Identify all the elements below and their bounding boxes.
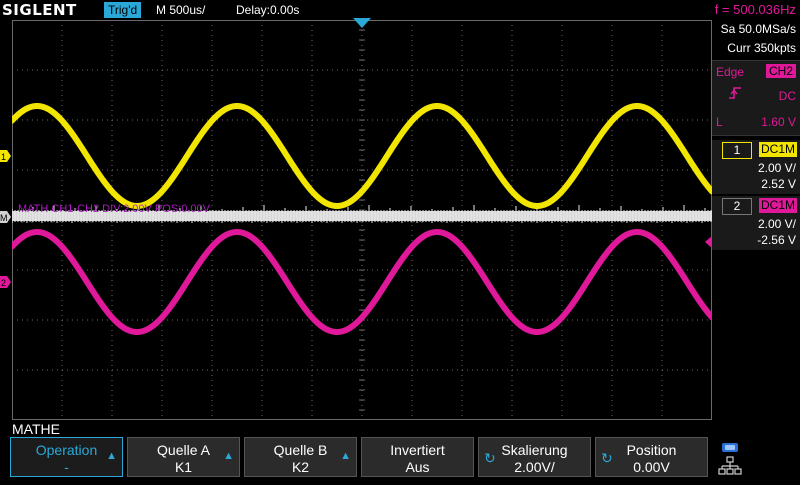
menu-title: MATHE: [12, 421, 60, 437]
ch1-number: 1: [722, 142, 752, 159]
softkey-value: Aus: [405, 459, 430, 475]
frequency-readout: f = 500.036Hz: [714, 2, 796, 17]
ch2-offset: -2.56 V: [757, 233, 796, 247]
ch1-offset-marker[interactable]: 1: [0, 150, 11, 162]
ch2-marker-label: 2: [1, 278, 6, 288]
ch1-marker-label: 1: [1, 152, 6, 162]
ch1-info-panel[interactable]: 1 DC1M 2.00 V/ 2.52 V: [712, 140, 800, 194]
up-arrow-icon: ▲: [223, 450, 234, 462]
acquisition-info: Sa 50.0MSa/s Curr 350kpts: [712, 20, 800, 60]
trigger-position-marker[interactable]: [353, 18, 371, 28]
up-arrow-icon: ▲: [106, 450, 117, 462]
delay-readout: Delay:0.00s: [236, 3, 300, 17]
ch2-volts-per-div: 2.00 V/: [757, 217, 796, 231]
operation-softkey[interactable]: Operation - ▲: [10, 437, 123, 477]
math-channel-label: MATH CH1-CH2 DIV:2.00V POS:0.00V: [18, 203, 211, 215]
ch2-coupling: DC1M: [758, 198, 797, 213]
usb-icon: [722, 443, 738, 452]
source-a-softkey[interactable]: Quelle A K1 ▲: [127, 437, 240, 477]
trigger-level: 1.60 V: [761, 115, 796, 129]
source-b-softkey[interactable]: Quelle B K2 ▲: [244, 437, 357, 477]
ch2-info-panel[interactable]: 2 DC1M 2.00 V/ -2.56 V: [712, 196, 800, 250]
up-arrow-icon: ▲: [340, 450, 351, 462]
waveform-display: MATH CH1-CH2 DIV:2.00V POS:0.00V: [12, 20, 712, 420]
position-softkey[interactable]: ↻ Position 0.00V: [595, 437, 708, 477]
rotate-knob-icon: ↻: [484, 450, 496, 466]
trigger-status-badge: Trig'd: [104, 2, 142, 18]
timebase-readout: M 500us/: [156, 3, 206, 17]
invert-softkey[interactable]: Invertiert Aus: [361, 437, 474, 477]
ch1-offset: 2.52 V: [761, 177, 796, 191]
ch2-number: 2: [722, 198, 752, 215]
trigger-source: CH2: [765, 64, 796, 78]
trigger-coupling: DC: [778, 89, 796, 103]
trigger-level-label: L: [716, 115, 723, 129]
softkey-label: Invertiert: [390, 442, 445, 458]
brand-logo: SIGLENT: [2, 1, 77, 19]
trigger-info-panel[interactable]: Edge CH2 DC L 1.60 V: [712, 60, 800, 136]
top-status-bar: SIGLENT Trig'd M 500us/ Delay:0.00s f = …: [0, 0, 800, 20]
ch1-coupling: DC1M: [758, 142, 797, 157]
ch2-offset-marker[interactable]: 2: [0, 276, 11, 288]
ch2-waveform: [12, 229, 712, 335]
rotate-knob-icon: ↻: [601, 450, 613, 466]
ch1-volts-per-div: 2.00 V/: [757, 161, 796, 175]
softkey-bar: Operation - ▲ Quelle A K1 ▲ Quelle B K2 …: [10, 437, 714, 480]
memory-depth: Curr 350kpts: [727, 41, 796, 55]
math-offset-marker[interactable]: M: [0, 211, 11, 223]
sample-rate: Sa 50.0MSa/s: [720, 22, 796, 36]
scale-softkey[interactable]: ↻ Skalierung 2.00V/: [478, 437, 591, 477]
math-marker-label: M: [0, 213, 8, 223]
status-icon-area: [716, 440, 800, 480]
rising-edge-icon: [728, 86, 742, 103]
trigger-mode: Edge: [716, 65, 745, 79]
network-icon: [718, 456, 742, 475]
